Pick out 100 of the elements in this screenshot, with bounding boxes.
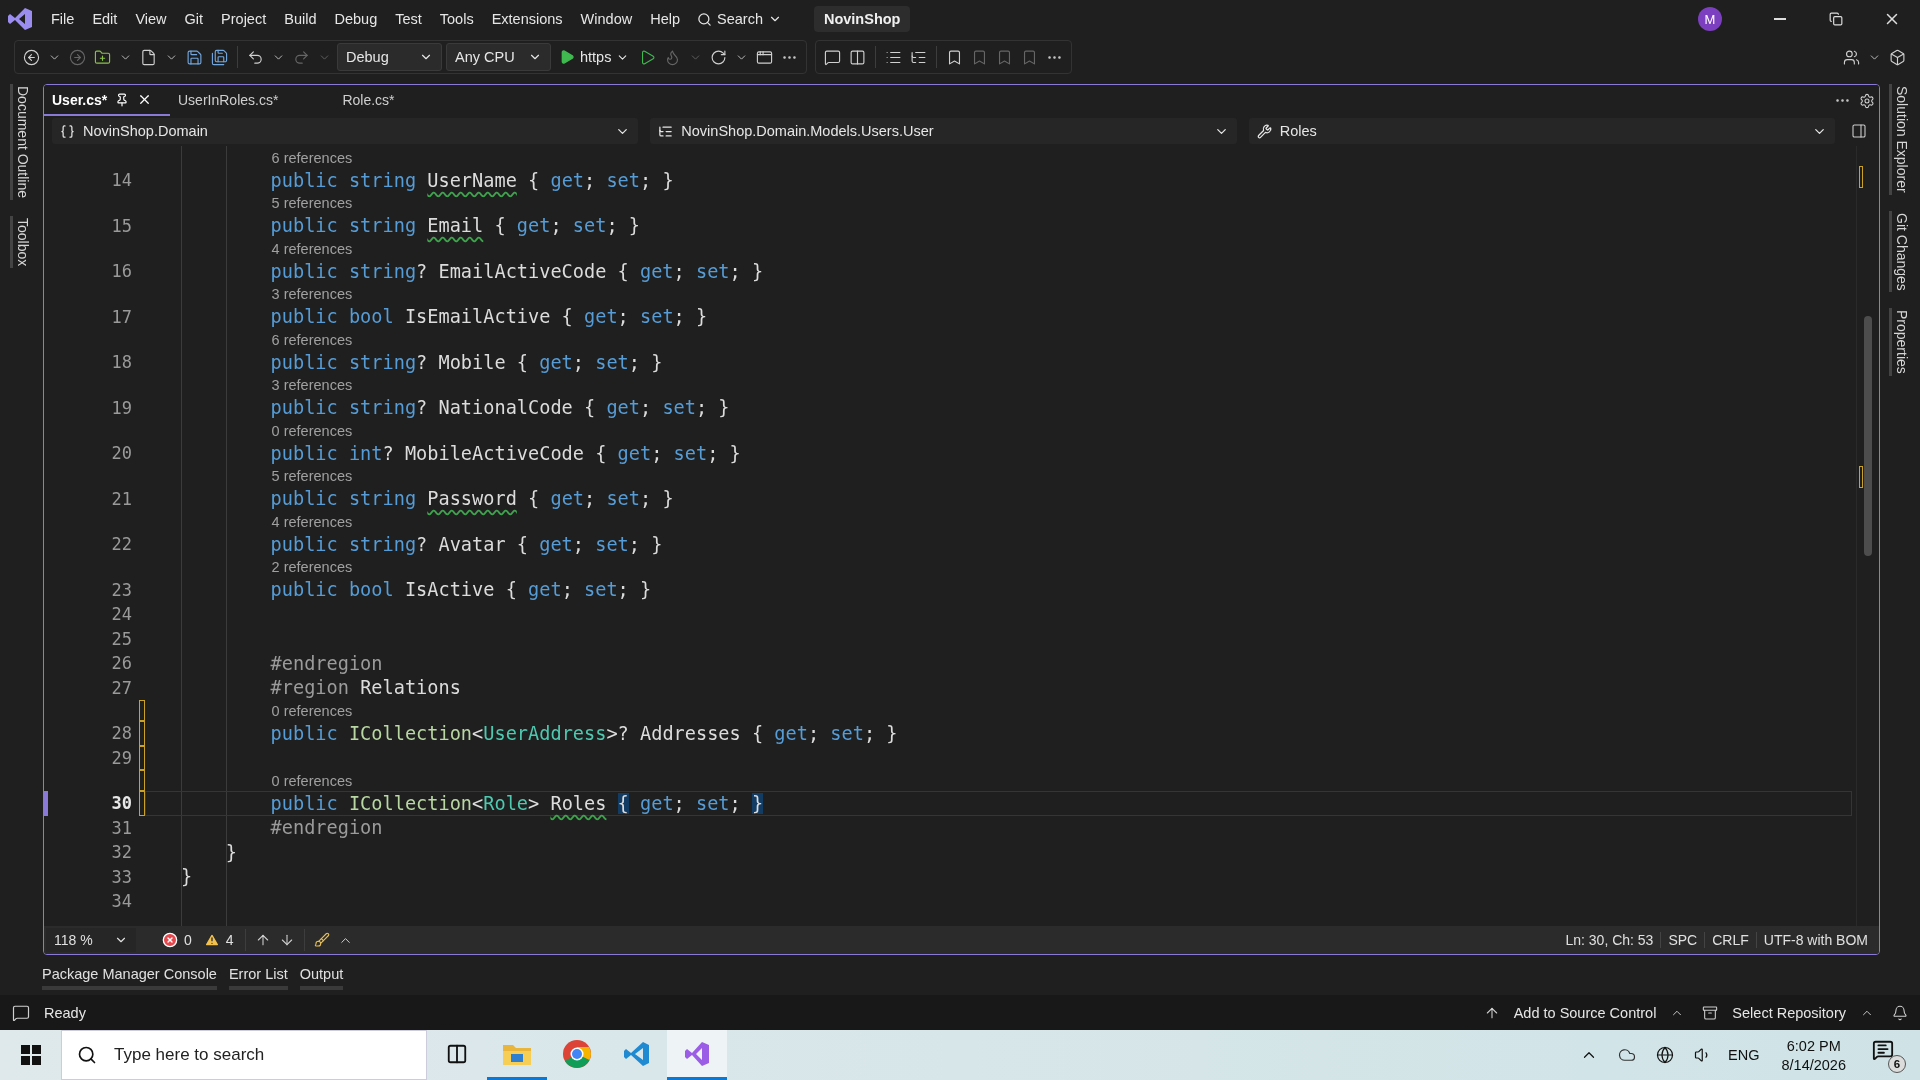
code-line: public ICollection<UserAddress>? Addresses { get; set; } [269, 722, 898, 744]
input-language[interactable]: ENG [1728, 1047, 1760, 1063]
select-repository[interactable]: Select Repository [1732, 1004, 1846, 1021]
code-line: public string UserName { get; set; } [269, 169, 674, 191]
line-number: 20 [110, 443, 132, 464]
menu-item[interactable]: File [42, 11, 84, 27]
error-count: 0 [184, 932, 192, 948]
code-line: public string? EmailActiveCode { get; set; } [269, 260, 764, 282]
type-dropdown[interactable]: NovinShop.Domain.Models.Users.User [650, 118, 1237, 144]
line-number: 25 [110, 628, 132, 649]
warning-count: 4 [225, 932, 234, 948]
file-encoding[interactable]: UTF-8 with BOM [1755, 932, 1875, 948]
user-avatar[interactable]: M [1698, 7, 1722, 31]
code-line: public string? NationalCode { get; set; } [269, 397, 730, 419]
task-view-icon [446, 1042, 468, 1065]
tool-window-tab[interactable]: Error List [228, 965, 288, 990]
code-line: } [181, 866, 193, 888]
whitespace-mode[interactable]: SPC [1660, 932, 1705, 948]
warning-icon[interactable] [203, 932, 220, 948]
search-icon [697, 11, 712, 27]
search-icon [77, 1045, 97, 1065]
line-endings[interactable]: CRLF [1704, 932, 1756, 948]
side-panel-tab[interactable]: Toolbox [10, 216, 33, 269]
run-button[interactable]: https [553, 43, 636, 71]
member-dropdown[interactable]: Roles [1248, 118, 1835, 144]
line-number: 26 [110, 653, 132, 674]
menu-item[interactable]: View [126, 11, 176, 27]
references-link[interactable]: 6 references [271, 331, 353, 348]
line-number: 18 [110, 352, 132, 373]
notification-button[interactable]: 6 [1868, 1037, 1906, 1073]
side-panel-tab[interactable]: Solution Explorer [1888, 84, 1912, 195]
chrome-icon [562, 1038, 592, 1069]
tool-window-tab[interactable]: Output [299, 965, 344, 990]
menu-item[interactable]: Project [212, 11, 276, 27]
line-number: 23 [110, 579, 132, 600]
references-link[interactable]: 4 references [271, 513, 353, 530]
platform-dropdown[interactable]: Any CPU [446, 43, 551, 71]
line-number: 21 [110, 488, 132, 509]
references-link[interactable]: 6 references [271, 149, 353, 166]
menu-item[interactable]: Extensions [482, 11, 572, 27]
code-line: #endregion [269, 817, 383, 839]
restore-icon [1829, 12, 1843, 26]
scrollbar-thumb[interactable] [1864, 316, 1872, 556]
document-tab[interactable]: Role.cs* [334, 85, 461, 116]
search-menu[interactable]: Search [689, 11, 790, 27]
wrench-icon [1256, 123, 1272, 139]
code-line: public bool IsEmailActive { get; set; } [269, 306, 708, 328]
menu-item[interactable]: Tools [430, 11, 483, 27]
status-message: Ready [44, 1004, 86, 1021]
error-icon[interactable] [162, 932, 178, 948]
menu-item[interactable]: Debug [325, 11, 387, 27]
menu-item[interactable]: Window [571, 11, 642, 27]
references-link[interactable]: 0 references [271, 702, 353, 719]
code-line: public ICollection<Role> Roles { get; set; } [269, 792, 764, 814]
code-line: #endregion [269, 652, 383, 674]
side-panel-tab[interactable]: Git Changes [1888, 210, 1912, 293]
line-number: 14 [110, 170, 132, 191]
add-to-source-control[interactable]: Add to Source Control [1513, 1004, 1657, 1021]
line-number: 34 [110, 891, 132, 912]
infinity-logo-icon [683, 1039, 711, 1068]
line-number: 16 [110, 261, 132, 282]
document-tab[interactable]: UserInRoles.cs* [170, 85, 335, 116]
infinity-logo-icon[interactable] [6, 7, 34, 31]
menu-item[interactable]: Build [275, 11, 326, 27]
references-link[interactable]: 5 references [271, 195, 353, 211]
line-number: 27 [110, 677, 132, 698]
code-line: public string Password { get; set; } [269, 488, 674, 510]
references-link[interactable]: 3 references [271, 377, 353, 393]
code-editor-icon [623, 1039, 651, 1068]
taskbar-search-field[interactable]: Type here to search [61, 1030, 427, 1080]
references-link[interactable]: 3 references [271, 286, 353, 302]
taskbar-app[interactable] [667, 1030, 727, 1080]
references-link[interactable]: 0 references [271, 772, 353, 789]
class-icon [658, 123, 674, 139]
references-link[interactable]: 5 references [271, 468, 353, 484]
zoom-dropdown[interactable]: 118 % [46, 928, 136, 952]
line-number: 31 [110, 817, 132, 838]
windows-icon [20, 1045, 41, 1065]
line-number: 24 [110, 604, 132, 625]
side-panel-tab[interactable]: Properties [1888, 308, 1912, 377]
menu-item[interactable]: Edit [83, 11, 127, 27]
code-line: public int? MobileActiveCode { get; set; } [269, 442, 741, 464]
clock[interactable]: 6:02 PM 8/14/2026 [1771, 1037, 1856, 1073]
cursor-position[interactable]: Ln: 30, Ch: 53 [1558, 932, 1661, 948]
tool-window-tab[interactable]: Package Manager Console [42, 965, 217, 990]
side-panel-tab[interactable]: Document Outline [10, 84, 33, 201]
document-tab[interactable]: User.cs* [44, 85, 170, 116]
braces-icon [60, 123, 75, 139]
menu-item[interactable]: Help [641, 11, 689, 27]
references-link[interactable]: 4 references [271, 240, 353, 257]
project-dropdown[interactable]: NovinShop.Domain [52, 118, 639, 144]
code-line: public string? Mobile { get; set; } [269, 351, 663, 373]
references-link[interactable]: 0 references [271, 422, 353, 439]
line-number: 15 [110, 215, 132, 236]
line-number: 19 [110, 397, 132, 418]
references-link[interactable]: 2 references [271, 559, 353, 575]
configuration-dropdown[interactable]: Debug [337, 43, 442, 71]
menu-item[interactable]: Test [386, 11, 431, 27]
pin-icon[interactable] [115, 92, 130, 107]
menu-item[interactable]: Git [175, 11, 213, 27]
